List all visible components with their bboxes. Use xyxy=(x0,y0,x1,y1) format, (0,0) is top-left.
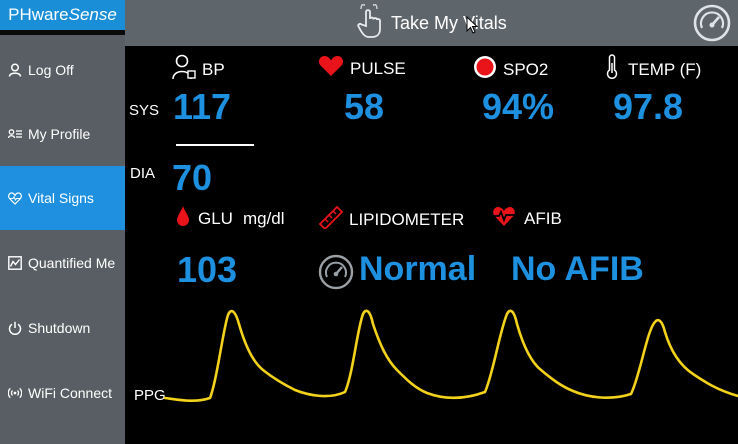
brand-suffix: Sense xyxy=(68,5,117,24)
sidebar-item-log-off[interactable]: Log Off xyxy=(0,38,125,102)
spo2-label: SPO2 xyxy=(473,55,548,84)
ppg-trace xyxy=(163,309,738,403)
brand-divider xyxy=(0,30,125,35)
brand-prefix: PHware xyxy=(8,5,69,24)
mouse-cursor-icon xyxy=(466,15,479,34)
temp-value: 97.8 xyxy=(613,86,684,127)
thermometer-icon xyxy=(606,54,618,85)
glu-value: 103 xyxy=(177,249,238,290)
glu-label: GLU mg/dl xyxy=(176,205,285,232)
brand-logo: PHwareSense xyxy=(0,0,125,30)
sidebar-item-label: Shutdown xyxy=(28,320,91,336)
speedometer-small-icon xyxy=(318,254,354,295)
ppg-waveform xyxy=(163,309,738,403)
sidebar-item-shutdown[interactable]: Shutdown xyxy=(0,296,125,360)
sidebar-item-vital-signs[interactable]: Vital Signs xyxy=(0,166,125,230)
take-my-vitals-button[interactable]: Take My Vitals xyxy=(355,0,507,43)
dia-label: DIA xyxy=(130,165,156,182)
pulse-label: PULSE xyxy=(318,55,406,82)
pulse-value: 58 xyxy=(344,86,385,127)
sidebar-item-wifi-connect[interactable]: WiFi Connect xyxy=(0,361,125,425)
profile-list-icon xyxy=(8,127,22,141)
chart-icon xyxy=(8,256,22,270)
sys-label: SYS xyxy=(129,102,160,119)
sidebar-item-quantified-me[interactable]: Quantified Me xyxy=(0,231,125,295)
speedometer-icon[interactable] xyxy=(693,4,731,42)
sidebar-item-label: Quantified Me xyxy=(28,255,116,271)
take-my-vitals-label: Take My Vitals xyxy=(391,12,507,33)
afib-value: No AFIB xyxy=(511,250,644,288)
power-icon xyxy=(8,321,22,335)
afib-label: AFIB xyxy=(492,205,562,232)
record-dot-icon xyxy=(473,55,497,84)
temp-label: TEMP (F) xyxy=(606,54,701,85)
sys-value: 117 xyxy=(173,86,232,127)
sidebar-item-label: Log Off xyxy=(28,62,74,78)
sidebar: PHwareSense Log Off My Profile Vital Sig… xyxy=(0,0,125,444)
heart-ecg-icon xyxy=(492,205,516,232)
blood-drop-icon xyxy=(176,205,190,232)
sidebar-item-label: WiFi Connect xyxy=(28,385,113,401)
sidebar-item-label: My Profile xyxy=(28,126,91,142)
glu-unit: mg/dl xyxy=(242,208,285,228)
heart-icon xyxy=(318,55,344,82)
top-bar: Take My Vitals xyxy=(125,0,738,46)
ruler-icon xyxy=(318,205,344,234)
wifi-icon xyxy=(8,386,22,400)
heartbeat-icon xyxy=(8,191,22,205)
lipid-value: Normal xyxy=(359,250,477,288)
sidebar-item-my-profile[interactable]: My Profile xyxy=(0,102,125,166)
dia-value: 70 xyxy=(172,157,213,198)
person-outline-icon xyxy=(172,54,196,85)
lipidometer-label: LIPIDOMETER xyxy=(318,205,464,234)
hand-pointer-icon xyxy=(355,0,385,43)
spo2-value: 94% xyxy=(482,86,555,127)
person-icon xyxy=(8,63,22,77)
bp-label: BP xyxy=(172,54,225,85)
sidebar-item-label: Vital Signs xyxy=(28,190,94,206)
bp-divider xyxy=(176,144,254,146)
